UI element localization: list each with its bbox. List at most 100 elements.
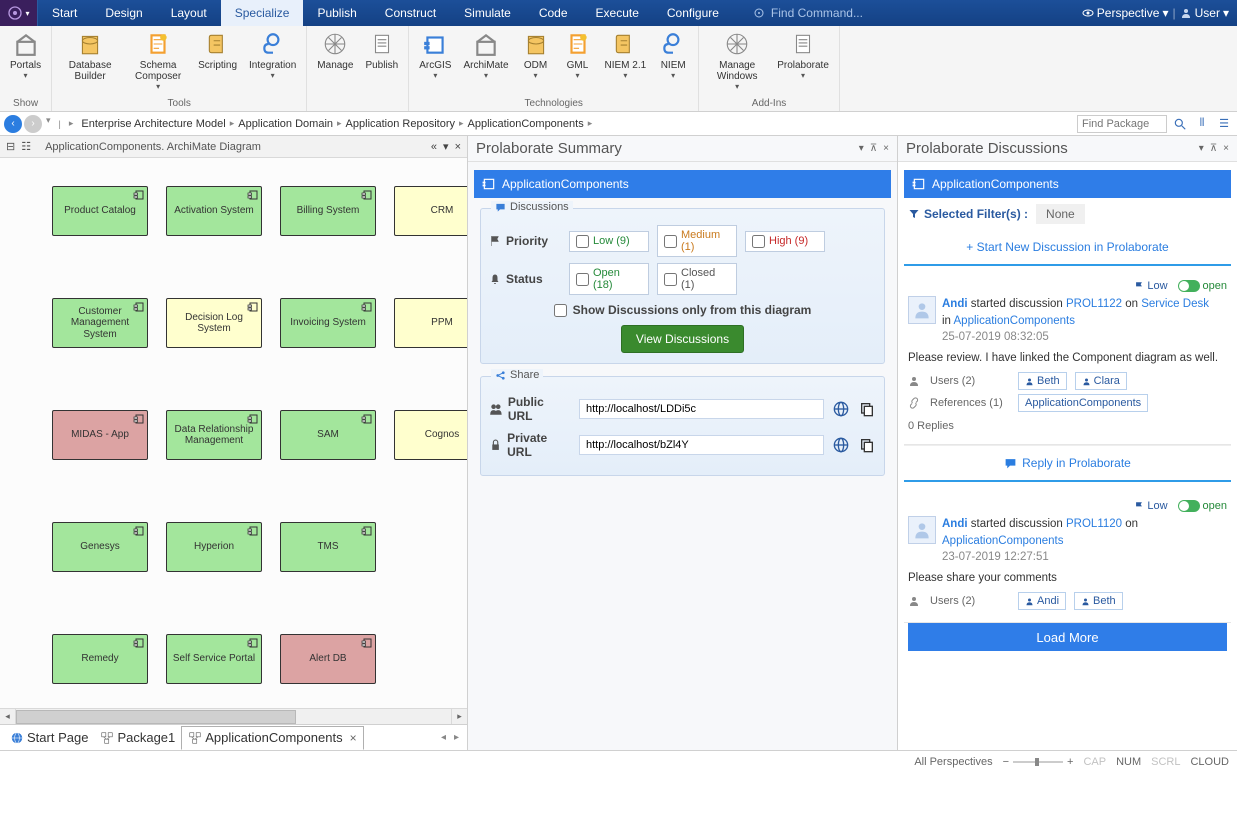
filter-icon[interactable]: ⦀	[1193, 115, 1211, 133]
component-remedy[interactable]: Remedy	[52, 634, 148, 684]
target-link[interactable]: Service Desk	[1141, 298, 1209, 310]
user-tag[interactable]: Clara	[1075, 372, 1127, 390]
filter-label[interactable]: Selected Filter(s) :	[908, 207, 1028, 221]
component-invoicing-system[interactable]: Invoicing System	[280, 298, 376, 348]
menu-simulate[interactable]: Simulate	[450, 0, 525, 26]
component-cognos[interactable]: Cognos	[394, 410, 467, 460]
perspectives-label[interactable]: All Perspectives	[914, 756, 992, 768]
search-icon[interactable]	[1171, 115, 1189, 133]
public-url-input[interactable]	[579, 399, 824, 419]
user-tag[interactable]: Andi	[1018, 592, 1066, 610]
nav-forward-button[interactable]: ›	[24, 115, 42, 133]
component-customer-management-system[interactable]: Customer Management System	[52, 298, 148, 348]
ribbon-scripting[interactable]: Scripting	[192, 28, 243, 96]
menu-code[interactable]: Code	[525, 0, 582, 26]
ribbon-manage-windows[interactable]: Manage Windows▾	[703, 28, 771, 96]
component-crm[interactable]: CRM	[394, 186, 467, 236]
find-command-input[interactable]	[771, 6, 911, 20]
ribbon-arcgis[interactable]: ArcGIS▾	[413, 28, 457, 96]
tab-applicationcomponents[interactable]: ApplicationComponents×	[181, 726, 363, 750]
dropdown-icon[interactable]: ▾	[443, 140, 449, 153]
tab-prev[interactable]: ◂	[437, 732, 450, 743]
globe-icon[interactable]	[832, 436, 850, 454]
diagram-canvas[interactable]: Product Catalog Activation System Billing …	[0, 158, 467, 708]
menu-configure[interactable]: Configure	[653, 0, 733, 26]
tree-icon[interactable]: ☷	[21, 140, 31, 153]
view-discussions-button[interactable]: View Discussions	[621, 325, 744, 353]
perspective-menu[interactable]: Perspective ▾	[1082, 6, 1169, 20]
component-decision-log-system[interactable]: Decision Log System	[166, 298, 262, 348]
component-tms[interactable]: TMS	[280, 522, 376, 572]
panel-close-icon[interactable]: ×	[1223, 143, 1229, 154]
start-discussion-link[interactable]: + Start New Discussion in Prolaborate	[904, 230, 1231, 266]
ribbon-database-builder[interactable]: Database Builder	[56, 28, 124, 96]
priority-low-checkbox[interactable]: Low (9)	[569, 231, 649, 252]
copy-icon[interactable]	[858, 400, 876, 418]
reply-link[interactable]: Reply in Prolaborate	[904, 445, 1231, 482]
panel-pin-icon[interactable]: ⊼	[870, 143, 877, 154]
breadcrumb-item[interactable]: Application Repository	[344, 118, 457, 130]
ribbon-publish[interactable]: Publish	[359, 28, 404, 107]
ribbon-manage[interactable]: Manage	[311, 28, 359, 107]
ribbon-integration[interactable]: Integration▾	[243, 28, 302, 96]
tab-next[interactable]: ▸	[450, 732, 463, 743]
component-alert-db[interactable]: Alert DB	[280, 634, 376, 684]
ribbon-niem-2.1[interactable]: NIEM 2.1▾	[599, 28, 653, 96]
ribbon-niem[interactable]: NIEM▾	[652, 28, 694, 96]
menu-design[interactable]: Design	[91, 0, 156, 26]
priority-medium-checkbox[interactable]: Medium (1)	[657, 225, 737, 257]
close-icon[interactable]: ×	[455, 141, 461, 153]
component-ppm[interactable]: PPM	[394, 298, 467, 348]
ribbon-portals[interactable]: Portals▾	[4, 28, 47, 96]
priority-high-checkbox[interactable]: High (9)	[745, 231, 825, 252]
menu-execute[interactable]: Execute	[582, 0, 653, 26]
panel-close-icon[interactable]: ×	[883, 143, 889, 154]
find-package-input[interactable]	[1077, 115, 1167, 133]
outline-icon[interactable]: ⊟	[6, 140, 15, 153]
reference-tag[interactable]: ApplicationComponents	[1018, 394, 1148, 412]
component-product-catalog[interactable]: Product Catalog	[52, 186, 148, 236]
user-tag[interactable]: Beth	[1018, 372, 1067, 390]
tab-package1[interactable]: Package1	[94, 726, 181, 750]
close-tab-icon[interactable]: ×	[350, 731, 357, 745]
zoom-control[interactable]: − +	[1003, 756, 1074, 768]
menu-layout[interactable]: Layout	[157, 0, 221, 26]
user-menu[interactable]: User ▾	[1180, 6, 1229, 20]
discussion-ref-link[interactable]: PROL1120	[1066, 518, 1122, 530]
menu-start[interactable]: Start	[38, 0, 91, 26]
component-activation-system[interactable]: Activation System	[166, 186, 262, 236]
ribbon-archimate[interactable]: ArchiMate▾	[457, 28, 514, 96]
breadcrumb-item[interactable]: Application Domain	[236, 118, 335, 130]
component-self-service-portal[interactable]: Self Service Portal	[166, 634, 262, 684]
panel-menu-icon[interactable]: ▾	[859, 143, 864, 154]
component-sam[interactable]: SAM	[280, 410, 376, 460]
diagram-only-checkbox[interactable]: Show Discussions only from this diagram	[489, 303, 876, 317]
list-icon[interactable]: ☰	[1215, 115, 1233, 133]
component-data-relationship-management[interactable]: Data Relationship Management	[166, 410, 262, 460]
discussion-ref-link[interactable]: PROL1122	[1066, 298, 1122, 310]
status-open-checkbox[interactable]: Open (18)	[569, 263, 649, 295]
find-command[interactable]	[753, 6, 911, 20]
component-billing-system[interactable]: Billing System	[280, 186, 376, 236]
breadcrumb-item[interactable]: Enterprise Architecture Model	[79, 118, 227, 130]
user-tag[interactable]: Beth	[1074, 592, 1123, 610]
load-more-button[interactable]: Load More	[908, 623, 1227, 651]
nav-back-button[interactable]: ‹	[4, 115, 22, 133]
ribbon-prolaborate[interactable]: Prolaborate▾	[771, 28, 835, 96]
menu-publish[interactable]: Publish	[303, 0, 370, 26]
zoom-in-icon[interactable]: +	[1067, 756, 1073, 768]
zoom-out-icon[interactable]: −	[1003, 756, 1009, 768]
ribbon-schema-composer[interactable]: Schema Composer▾	[124, 28, 192, 96]
ribbon-gml[interactable]: GML▾	[557, 28, 599, 96]
panel-menu-icon[interactable]: ▾	[1199, 143, 1204, 154]
status-closed-checkbox[interactable]: Closed (1)	[657, 263, 737, 295]
component-midas-app[interactable]: MIDAS - App	[52, 410, 148, 460]
component-hyperion[interactable]: Hyperion	[166, 522, 262, 572]
horizontal-scrollbar[interactable]: ◂ ▸	[0, 708, 467, 724]
menu-construct[interactable]: Construct	[371, 0, 450, 26]
context-link[interactable]: ApplicationComponents	[942, 535, 1063, 547]
breadcrumb-item[interactable]: ApplicationComponents	[466, 118, 586, 130]
globe-icon[interactable]	[832, 400, 850, 418]
menu-specialize[interactable]: Specialize	[221, 0, 304, 26]
panel-pin-icon[interactable]: ⊼	[1210, 143, 1217, 154]
